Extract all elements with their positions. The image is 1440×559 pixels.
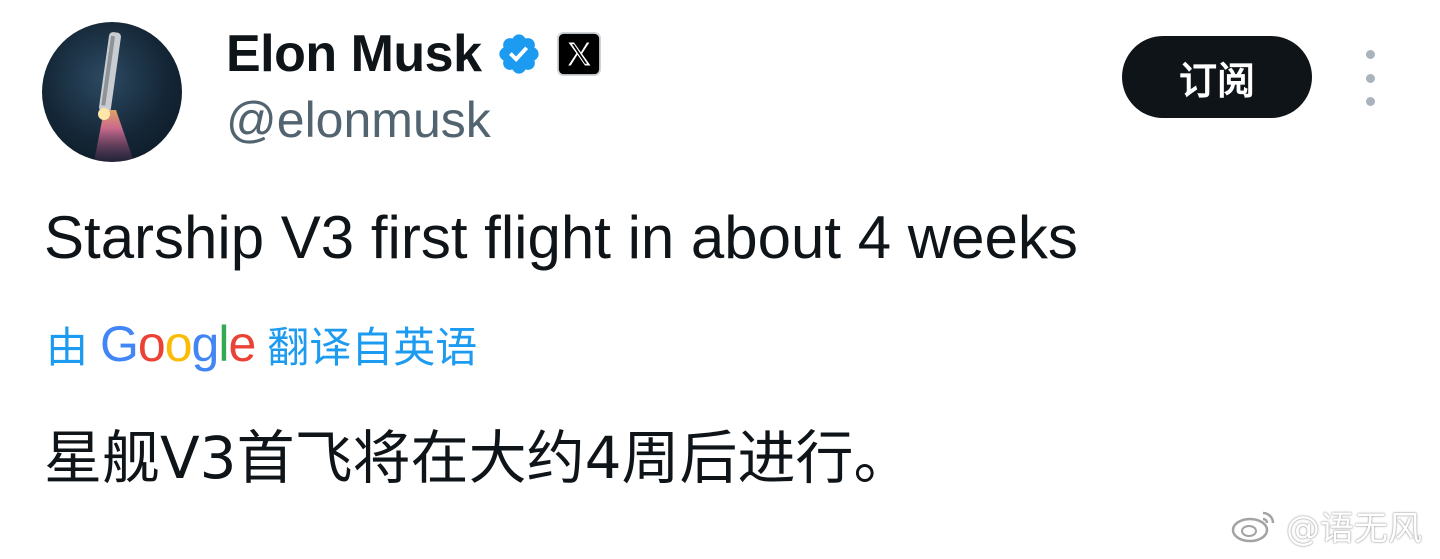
verified-badge-icon	[498, 34, 539, 74]
more-dot	[1365, 50, 1375, 59]
more-dot	[1365, 97, 1375, 106]
author-name-row: Elon Musk	[226, 24, 602, 84]
author-handle[interactable]: @elonmusk	[226, 90, 491, 150]
x-logo-icon	[556, 31, 601, 77]
more-vertical-icon[interactable]	[1352, 50, 1388, 106]
watermark-text: @语无风	[1286, 508, 1422, 549]
translation-attribution[interactable]: 由 Google 翻译自英语	[46, 312, 477, 376]
google-logo: Google	[100, 316, 256, 372]
rocket-launch-image	[94, 32, 134, 162]
weibo-watermark: @语无风	[1230, 500, 1422, 550]
more-dot	[1365, 73, 1375, 83]
translated-text: 星舰V3首飞将在大约4周后进行。	[44, 424, 912, 492]
tweet-text: Starship V3 first flight in about 4 week…	[44, 204, 1078, 271]
avatar[interactable]	[42, 22, 182, 162]
author-display-name[interactable]: Elon Musk	[226, 24, 482, 84]
weibo-icon	[1231, 511, 1275, 543]
follow-button[interactable]: 订阅	[1122, 36, 1312, 118]
translation-suffix: 翻译自英语	[267, 322, 478, 372]
translation-prefix: 由	[46, 322, 89, 372]
